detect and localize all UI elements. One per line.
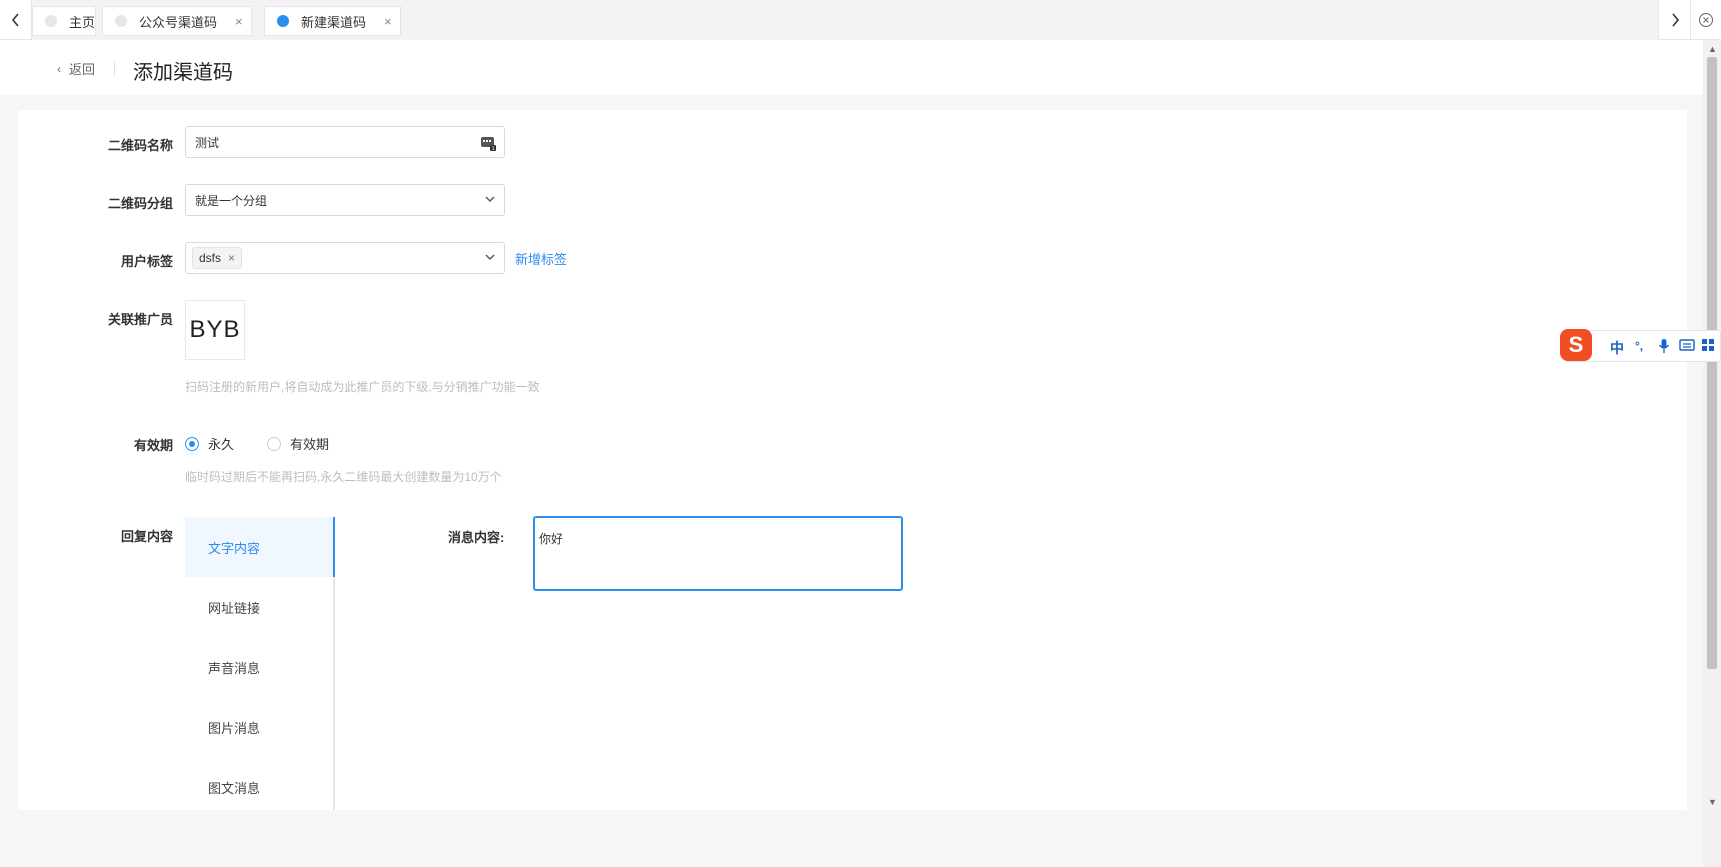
back-button[interactable]: ‹ 返回 (57, 59, 95, 78)
radio-label: 永久 (208, 437, 235, 452)
reply-type-link[interactable]: 网址链接 (185, 577, 333, 637)
ime-language-toggle[interactable]: 中 (1610, 338, 1624, 358)
validity-hint: 临时码过期后不能再扫码,永久二维码最大创建数量为10万个 (185, 470, 502, 484)
reply-type-voice[interactable]: 声音消息 (185, 637, 333, 697)
tab-bar: 主页 公众号渠道码 × 新建渠道码 × (0, 0, 1721, 40)
close-icon[interactable]: × (235, 14, 243, 29)
radio-unchecked-icon (267, 436, 281, 451)
chevron-left-icon (11, 13, 19, 27)
tab-label: 公众号渠道码 (139, 14, 218, 30)
add-tag-link[interactable]: 新增标签 (515, 249, 567, 268)
qr-name-value: 测试 (195, 135, 220, 150)
page-title: 添加渠道码 (133, 62, 233, 84)
reply-label: 回复内容 (120, 529, 173, 544)
tab-scroll-right-button[interactable] (1658, 0, 1690, 40)
scroll-thumb[interactable] (1707, 57, 1717, 669)
qr-group-select[interactable]: 就是一个分组 (185, 184, 505, 216)
tag-chip: dsfs × (192, 247, 243, 269)
chevron-right-icon (1671, 13, 1679, 27)
tab-label: 主页 (69, 14, 96, 30)
tab-label: 新建渠道码 (301, 14, 367, 30)
promoter-label: 关联推广员 (107, 312, 173, 327)
promoter-avatar[interactable]: BYB (185, 300, 245, 360)
close-circle-icon (1699, 13, 1713, 27)
reply-type-label: 图文消息 (208, 780, 261, 796)
qr-name-label: 二维码名称 (107, 138, 173, 153)
page-scrollbar[interactable]: ▲ ▼ (1703, 40, 1721, 867)
scroll-up-icon[interactable]: ▲ (1708, 44, 1717, 54)
radio-expiry[interactable]: 有效期 (267, 434, 329, 453)
svg-text:1: 1 (492, 146, 495, 151)
ime-toolbar[interactable]: S 中 °, (1560, 329, 1721, 362)
keyboard-icon: 1 (480, 135, 496, 154)
reply-type-label: 网址链接 (208, 600, 261, 616)
reply-type-label: 声音消息 (208, 660, 261, 676)
microphone-icon[interactable] (1658, 338, 1670, 357)
chevron-left-icon: ‹ (57, 61, 61, 76)
reply-type-label: 文字内容 (208, 540, 261, 556)
reply-type-image[interactable]: 图片消息 (185, 697, 333, 757)
message-textarea[interactable]: 你好 (533, 516, 903, 591)
qr-name-input[interactable]: 测试 1 (185, 126, 505, 158)
tab-home[interactable]: 主页 (32, 6, 96, 36)
validity-label: 有效期 (133, 438, 173, 453)
radio-permanent[interactable]: 永久 (185, 434, 234, 453)
ime-logo-icon[interactable]: S (1560, 329, 1592, 361)
radio-label: 有效期 (290, 437, 330, 452)
header-divider (114, 62, 115, 76)
qr-group-value: 就是一个分组 (195, 193, 268, 208)
tab-new-channel-code[interactable]: 新建渠道码 × (264, 6, 401, 36)
user-tags-label: 用户标签 (120, 254, 173, 269)
tab-scroll-left-button[interactable] (0, 0, 32, 40)
tab-strip: 主页 公众号渠道码 × 新建渠道码 × (32, 0, 1658, 40)
tag-label: dsfs (199, 251, 222, 265)
reply-type-article[interactable]: 图文消息 (185, 757, 333, 810)
reply-type-text[interactable]: 文字内容 (185, 517, 335, 577)
user-tags-select[interactable]: dsfs × (185, 242, 505, 274)
tab-status-dot (115, 15, 127, 27)
reply-type-menu: 文字内容 网址链接 声音消息 图片消息 图文消息 (185, 517, 335, 810)
tab-status-dot (277, 15, 289, 27)
close-all-tabs-button[interactable] (1690, 0, 1721, 40)
promoter-hint: 扫码注册的新用户,将自动成为此推广员的下级,与分销推广功能一致 (185, 380, 540, 394)
reply-type-label: 图片消息 (208, 720, 261, 736)
message-label: 消息内容: (448, 530, 505, 545)
chevron-down-icon (484, 251, 496, 266)
keyboard-icon[interactable] (1679, 338, 1695, 355)
ime-punctuation-toggle[interactable]: °, (1635, 339, 1643, 353)
chevron-down-icon (484, 193, 496, 208)
page-header: ‹ 返回 添加渠道码 (0, 40, 1703, 95)
qr-group-label: 二维码分组 (107, 196, 173, 211)
toolbox-icon[interactable] (1701, 338, 1715, 355)
close-icon[interactable]: × (228, 251, 235, 265)
close-icon[interactable]: × (384, 14, 392, 29)
tab-status-dot (45, 15, 57, 27)
tab-channel-codes[interactable]: 公众号渠道码 × (102, 6, 252, 36)
radio-checked-icon (185, 436, 199, 451)
back-label: 返回 (69, 62, 96, 77)
form-card: 二维码名称 测试 1 二维码分组 就是一个分组 用户标签 dsfs × 新增标签… (18, 110, 1687, 810)
scroll-down-icon[interactable]: ▼ (1708, 797, 1717, 807)
